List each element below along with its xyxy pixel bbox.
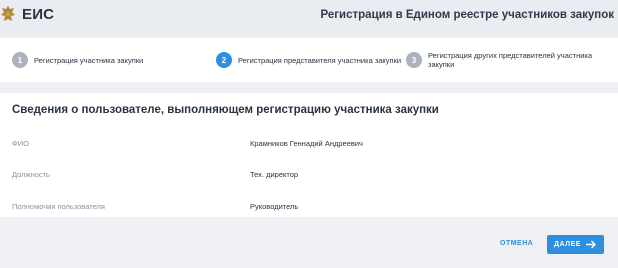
- coat-of-arms-icon: [1, 6, 15, 21]
- next-button[interactable]: ДАЛЕЕ: [547, 235, 604, 254]
- step-2-label: Регистрация представителя участника заку…: [238, 55, 402, 65]
- step-1: 1 Регистрация участника закупки: [12, 38, 143, 82]
- authority-value: Руководитель: [250, 202, 299, 211]
- step-1-label: Регистрация участника закупки: [34, 55, 144, 65]
- fio-label: ФИО: [12, 139, 29, 148]
- logo-text[interactable]: ЕИС: [22, 6, 54, 23]
- next-button-label: ДАЛЕЕ: [554, 241, 581, 248]
- position-value: Тех. директор: [250, 170, 299, 179]
- step-3-label: Регистрация других представителей участн…: [428, 51, 593, 69]
- step-1-number: 1: [12, 52, 28, 68]
- registration-stepper: 1 Регистрация участника закупки 2 Регист…: [0, 38, 618, 82]
- fio-value: Крамников Геннадий Андреевич: [250, 139, 363, 148]
- user-info-card: Сведения о пользователе, выполняющем рег…: [0, 93, 618, 217]
- step-2: 2 Регистрация представителя участника за…: [216, 38, 401, 82]
- header: ЕИС Регистрация в Едином реестре участни…: [0, 0, 618, 36]
- step-3: 3 Регистрация других представителей учас…: [406, 38, 611, 82]
- page-title: Регистрация в Едином реестре участников …: [320, 9, 614, 21]
- cancel-button[interactable]: ОТМЕНА: [500, 240, 533, 247]
- step-3-number: 3: [406, 52, 422, 68]
- authority-label: Полномочия пользователя: [12, 202, 105, 211]
- position-label: Должность: [12, 170, 50, 179]
- arrow-right-icon: [585, 240, 596, 249]
- step-2-number: 2: [216, 52, 232, 68]
- section-title: Сведения о пользователе, выполняющем рег…: [12, 104, 439, 116]
